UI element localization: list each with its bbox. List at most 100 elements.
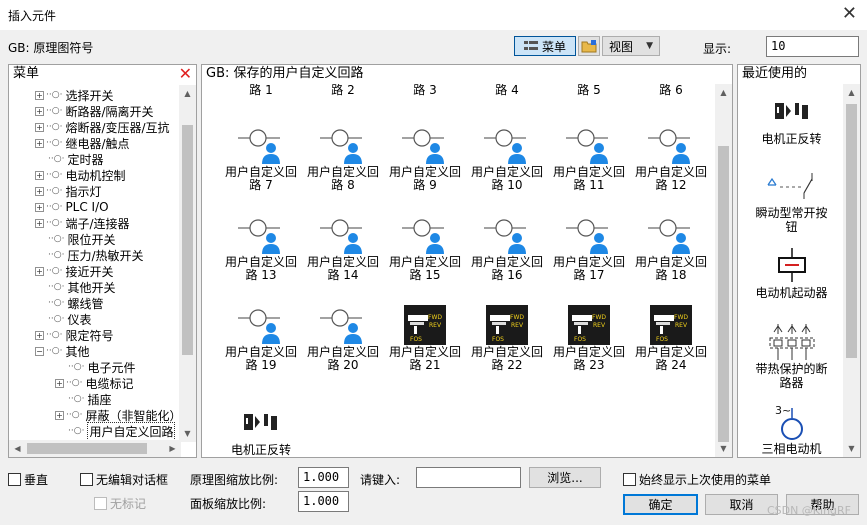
- circuit-item[interactable]: 用户自定义回 路 7: [220, 124, 302, 192]
- expand-icon[interactable]: +: [35, 138, 44, 148]
- scroll-thumb[interactable]: [718, 146, 729, 442]
- scroll-thumb[interactable]: [846, 104, 857, 358]
- circuit-item[interactable]: 用户自定义回 路 11: [548, 124, 630, 192]
- schematic-scale-label: 原理图缩放比例:: [190, 473, 279, 487]
- menu-tree-item[interactable]: ··○· 限位开关: [35, 231, 115, 247]
- scroll-down-icon[interactable]: ▼: [715, 440, 732, 457]
- menu-tree-item[interactable]: ··○· 定时器: [35, 151, 103, 167]
- circuit-item[interactable]: 用户自定义回 路 9: [384, 124, 466, 192]
- expand-icon[interactable]: +: [35, 90, 44, 100]
- display-count-input[interactable]: 10: [766, 36, 859, 57]
- panel-scale-input[interactable]: 1.000: [298, 491, 349, 512]
- menu-tree-item[interactable]: + ··○· 选择开关: [35, 87, 113, 103]
- scroll-thumb[interactable]: [182, 125, 193, 355]
- menu-tree-item[interactable]: + ··○· 限定符号: [35, 327, 113, 343]
- ok-button[interactable]: 确定: [623, 494, 698, 515]
- expand-icon[interactable]: +: [35, 122, 44, 132]
- checkbox-box[interactable]: [94, 497, 107, 510]
- vertical-checkbox[interactable]: 垂直: [8, 471, 48, 488]
- menu-tree-item[interactable]: ··○· 其他开关: [35, 279, 115, 295]
- menu-tree-item[interactable]: − ··○· 其他: [35, 343, 89, 359]
- circuit-item[interactable]: 用户自定义回 路 20: [302, 304, 384, 372]
- view-dropdown[interactable]: 视图 ▼: [602, 36, 660, 56]
- menu-horizontal-scrollbar[interactable]: ◀ ▶: [9, 440, 181, 457]
- circuit-item[interactable]: 用户自定义回 路 14: [302, 214, 384, 282]
- expand-icon[interactable]: +: [35, 218, 44, 228]
- checkbox-box[interactable]: [8, 473, 21, 486]
- expand-icon[interactable]: +: [55, 378, 64, 388]
- schematic-scale-input[interactable]: 1.000: [298, 467, 349, 488]
- recent-item[interactable]: 带热保护的断 路器: [738, 322, 845, 390]
- expand-icon[interactable]: +: [35, 202, 44, 212]
- expand-icon[interactable]: +: [35, 186, 44, 196]
- menu-tree-item[interactable]: + ··○· 熔断器/变压器/互抗: [35, 119, 170, 135]
- scroll-down-icon[interactable]: ▼: [843, 440, 860, 457]
- menu-tree-item[interactable]: + ··○· 接近开关: [35, 263, 113, 279]
- menu-tree-item[interactable]: + ··○· 电缆标记: [55, 375, 133, 391]
- menu-tree-item[interactable]: + ··○· 断路器/隔离开关: [35, 103, 153, 119]
- scroll-up-icon[interactable]: ▲: [179, 85, 196, 102]
- circuit-item-label-partial[interactable]: 用户自定义回 路 5: [548, 84, 630, 97]
- menu-button[interactable]: 菜单: [514, 36, 576, 56]
- close-menu-icon[interactable]: ✕: [179, 66, 192, 82]
- scroll-up-icon[interactable]: ▲: [843, 84, 860, 101]
- expand-icon[interactable]: +: [35, 170, 44, 180]
- circuit-item[interactable]: 用户自定义回 路 13: [220, 214, 302, 282]
- menu-tree-item[interactable]: ··○· 用户自定义回路: [55, 421, 176, 441]
- scroll-down-icon[interactable]: ▼: [179, 425, 196, 442]
- circuit-item[interactable]: FWD REV FOS 用户自定义回 路 22: [466, 304, 548, 372]
- recent-item[interactable]: 瞬动型常开按 钮: [738, 166, 845, 234]
- circuit-item-label-partial[interactable]: 用户自定义回 路 3: [384, 84, 466, 97]
- circuit-item-label-partial[interactable]: 用户自定义回 路 6: [630, 84, 712, 97]
- menu-vertical-scrollbar[interactable]: ▲ ▼: [179, 85, 196, 442]
- add-folder-button[interactable]: [578, 36, 600, 56]
- circuit-item-label-partial[interactable]: 用户自定义回 路 2: [302, 84, 384, 97]
- circuit-item-label-partial[interactable]: 用户自定义回 路 4: [466, 84, 548, 97]
- collapse-icon[interactable]: −: [35, 346, 44, 356]
- scroll-up-icon[interactable]: ▲: [715, 84, 732, 101]
- scroll-right-icon[interactable]: ▶: [164, 440, 181, 457]
- expand-icon[interactable]: +: [35, 330, 44, 340]
- menu-tree-item[interactable]: + ··○· PLC I/O: [35, 199, 109, 215]
- circuit-item[interactable]: 用户自定义回 路 18: [630, 214, 712, 282]
- circuit-item[interactable]: 用户自定义回 路 10: [466, 124, 548, 192]
- circuit-item[interactable]: FWD REV FOS 用户自定义回 路 24: [630, 304, 712, 372]
- menu-tree-item[interactable]: ··○· 仪表: [35, 311, 91, 327]
- expand-icon[interactable]: +: [35, 106, 44, 116]
- expand-icon[interactable]: +: [35, 266, 44, 276]
- recent-item[interactable]: 电动机起动器: [738, 246, 845, 300]
- menu-tree-item[interactable]: ··○· 插座: [55, 391, 111, 407]
- type-input[interactable]: [416, 467, 521, 488]
- circuit-item[interactable]: 用户自定义回 路 8: [302, 124, 384, 192]
- circuit-item[interactable]: FWD REV FOS 用户自定义回 路 23: [548, 304, 630, 372]
- menu-tree-item[interactable]: ··○· 压力/热敏开关: [35, 247, 143, 263]
- circuit-item[interactable]: 用户自定义回 路 17: [548, 214, 630, 282]
- close-icon[interactable]: ✕: [842, 4, 857, 24]
- no-tag-checkbox[interactable]: 无标记: [94, 495, 146, 512]
- scroll-thumb[interactable]: [27, 443, 147, 454]
- circuit-item[interactable]: 用户自定义回 路 15: [384, 214, 466, 282]
- circuit-item[interactable]: FWD REV FOS 用户自定义回 路 21: [384, 304, 466, 372]
- menu-tree-item[interactable]: ··○· 螺线管: [35, 295, 103, 311]
- menu-tree-item[interactable]: ··○· 电子元件: [55, 359, 135, 375]
- always-show-last-menu-checkbox[interactable]: 始终显示上次使用的菜单: [623, 471, 771, 488]
- circuit-item-label-partial[interactable]: 用户自定义回 路 1: [220, 84, 302, 97]
- menu-tree-item[interactable]: + ··○· 端子/连接器: [35, 215, 129, 231]
- recent-vertical-scrollbar[interactable]: ▲ ▼: [843, 84, 860, 457]
- browse-button[interactable]: 浏览...: [529, 467, 601, 488]
- recent-item[interactable]: 3~ 三相电动机: [738, 402, 845, 456]
- circuit-item[interactable]: 用户自定义回 路 12: [630, 124, 712, 192]
- no-edit-dialog-checkbox[interactable]: 无编辑对话框: [80, 471, 168, 488]
- checkbox-box[interactable]: [623, 473, 636, 486]
- scroll-left-icon[interactable]: ◀: [9, 440, 26, 457]
- circuit-vertical-scrollbar[interactable]: ▲ ▼: [715, 84, 732, 457]
- circuit-item[interactable]: 电机正反转: [220, 402, 302, 457]
- circuit-item[interactable]: 用户自定义回 路 19: [220, 304, 302, 372]
- menu-tree-item[interactable]: + ··○· 指示灯: [35, 183, 101, 199]
- circuit-item[interactable]: 用户自定义回 路 16: [466, 214, 548, 282]
- expand-icon[interactable]: +: [55, 410, 64, 420]
- menu-tree-item[interactable]: + ··○· 电动机控制: [35, 167, 125, 183]
- checkbox-box[interactable]: [80, 473, 93, 486]
- recent-item[interactable]: 电机正反转: [738, 92, 845, 146]
- menu-tree-item[interactable]: + ··○· 继电器/触点: [35, 135, 129, 151]
